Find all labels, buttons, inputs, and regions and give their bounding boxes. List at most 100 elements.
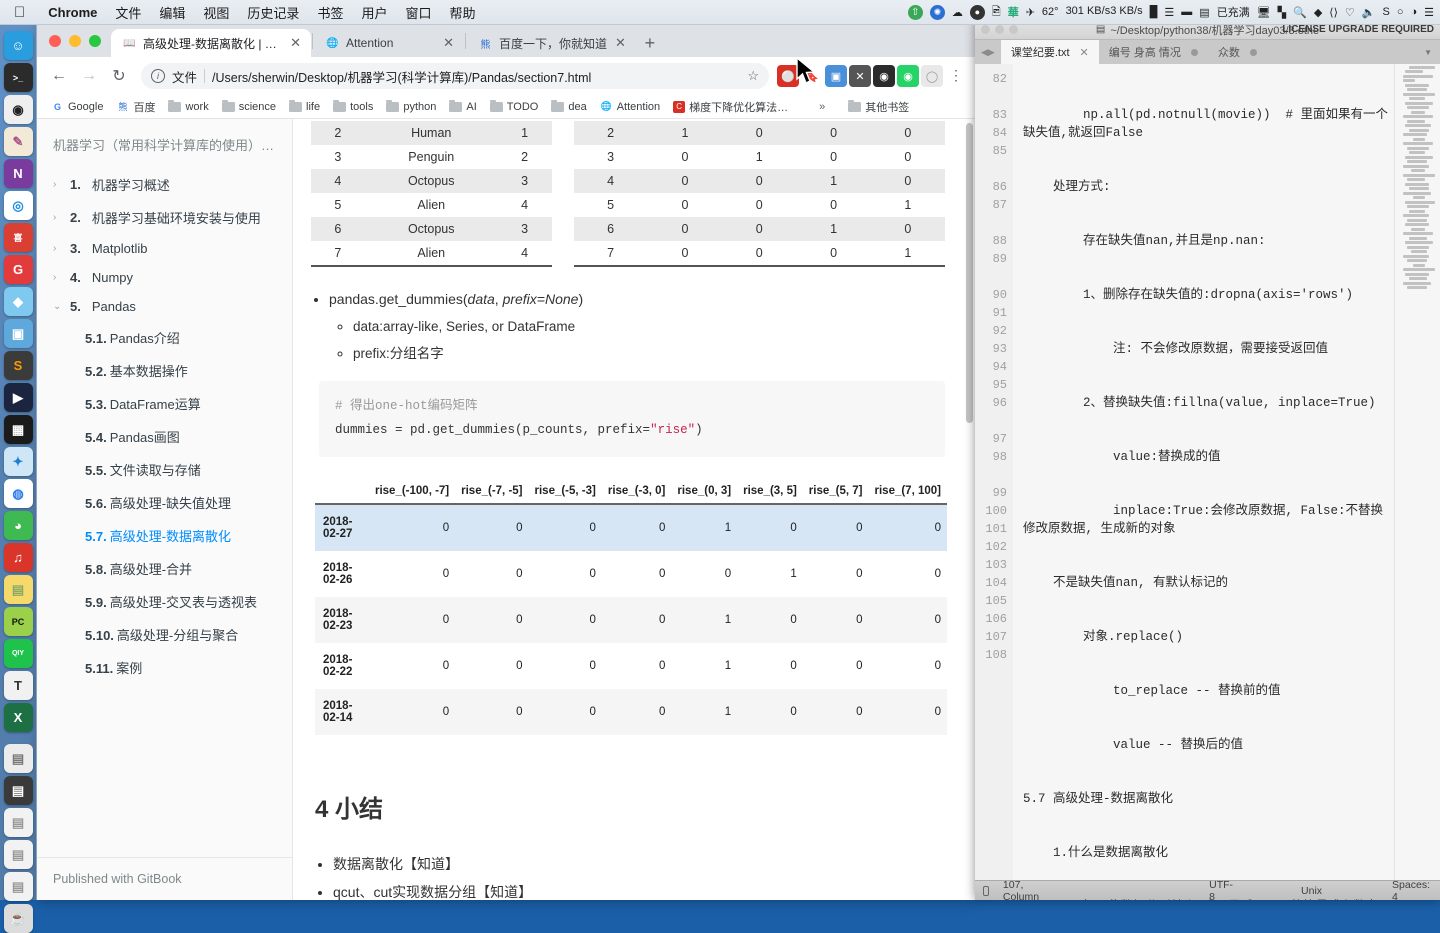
bluetooth-icon[interactable]: ☰ [1164,6,1174,19]
dropbox-icon[interactable]: ◆ [1314,6,1322,19]
dock-item-iqiyi[interactable]: QIY [4,639,33,668]
license-notice[interactable]: LICENSE UPGRADE REQUIRED [1282,24,1434,35]
dock-item-obs-studio[interactable]: ◉ [4,95,33,124]
menu-item-history[interactable]: 历史记录 [238,3,308,22]
equalizer-icon[interactable]: ▚ [1278,6,1286,19]
bookmark-other-folder[interactable]: 其他书签 [843,97,914,117]
sidebar-item-5-6[interactable]: 5.6.高级处理-缺失值处理 [37,486,292,519]
menu-item-view[interactable]: 视图 [194,3,238,22]
dock-item-netease-music[interactable]: ♫ [4,543,33,572]
forward-button[interactable]: → [75,62,103,90]
sidebar-item-5[interactable]: ⌄ 5. Pandas [37,292,292,321]
profile-avatar[interactable]: ◯ [921,65,943,87]
bookmark-folder-python[interactable]: python [381,99,441,115]
dock-item-screenshot-file[interactable]: ▤ [4,776,33,805]
bookmark-folder-tools[interactable]: tools [328,99,378,115]
siri-icon[interactable]: ◑ [1410,6,1417,18]
dock-item-document-2[interactable]: ▤ [4,840,33,869]
browser-tab-1-close-icon[interactable]: ✕ [288,35,303,51]
dock-item-cleaner[interactable]: ◆ [4,287,33,316]
menu-item-file[interactable]: 文件 [106,3,150,22]
dock-item-media-player[interactable]: ▶ [4,383,33,412]
browser-tab-3-close-icon[interactable]: ✕ [613,35,628,51]
snipaste-icon[interactable]: S [1382,6,1389,18]
bookmark-baidu[interactable]: 熊百度 [111,97,160,117]
dock-item-terminal[interactable]: >_ [4,63,33,92]
content-scrollbar[interactable] [966,123,973,423]
minimize-window-button[interactable] [69,35,81,47]
dock-item-activity-monitor[interactable]: ▦ [4,415,33,444]
sidebar-item-5-4[interactable]: 5.4.Pandas画图 [37,420,292,453]
sidebar-item-5-5[interactable]: 5.5.文件读取与存储 [37,453,292,486]
chrome-menu-icon[interactable]: ⋮ [945,70,967,81]
menu-item-bookmarks[interactable]: 书签 [308,3,352,22]
bookmark-folder-ai[interactable]: AI [444,99,481,115]
sidebar-item-5-10[interactable]: 5.10.高级处理-分组与聚合 [37,618,292,651]
sogou-input-icon[interactable]: 華 [1008,4,1019,20]
browser-tab-1[interactable]: 📖 高级处理-数据离散化 | 机器学… ✕ [111,29,311,57]
dock-item-excel[interactable]: X [4,703,33,732]
dock-item-onenote[interactable]: N [4,159,33,188]
menu-item-chrome[interactable]: Chrome [39,5,106,20]
dock-item-ximalaya[interactable]: 喜 [4,223,33,252]
apple-menu-icon[interactable]:  [0,5,39,20]
browser-tab-2-close-icon[interactable]: ✕ [441,35,456,51]
dock-item-texstudio[interactable]: T [4,671,33,700]
dock-item-trash[interactable]: ☕ [4,904,33,933]
battery-icon[interactable]: ▤ [1199,6,1209,19]
sublime-tab-3[interactable]: 众数 [1208,40,1267,64]
close-window-button[interactable] [49,35,61,47]
bookmark-star-icon[interactable]: ☆ [747,68,759,84]
sublime-tab-3-dirty-dot[interactable] [1250,49,1257,56]
bookmark-google[interactable]: GGoogle [46,99,108,115]
site-info-icon[interactable]: i [151,69,165,83]
cpu-graph-icon[interactable]: ▬ [1181,6,1192,18]
adblock-extension-icon[interactable]: ⚪ [777,65,799,87]
bookmark-folder-dea[interactable]: dea [546,99,591,115]
address-bar[interactable]: i 文件 /Users/sherwin/Desktop/机器学习(科学计算库)/… [141,63,769,89]
reload-button[interactable]: ↻ [105,62,133,90]
sidebar-item-1[interactable]: › 1. 机器学习概述 [37,168,292,201]
cloud-icon[interactable]: ☁ [952,6,963,19]
sidebar-item-5-11[interactable]: 5.11.案例 [37,651,292,684]
sublime-tab-1[interactable]: 课堂纪要.txt ✕ [1001,40,1099,64]
network-speed-indicator[interactable]: 301 KB/s 3 KB/s [1066,6,1143,18]
search-icon[interactable]: 🔍 [1293,6,1307,19]
sublime-tab-2-dirty-dot[interactable] [1191,49,1198,56]
dock-item-locator[interactable]: ◎ [4,191,33,220]
bookmark-folder-life[interactable]: life [284,99,325,115]
bookmark-folder-science[interactable]: science [217,99,281,115]
dock-item-document-3[interactable]: ▤ [4,872,33,901]
shadowsocks-icon[interactable]: ✺ [930,5,945,20]
dock-item-360-browser[interactable]: G [4,255,33,284]
bookmark-folder-work[interactable]: work [163,99,213,115]
sidebar-item-5-3[interactable]: 5.3.DataFrame运算 [37,387,292,420]
bookmark-folder-todo[interactable]: TODO [485,99,544,115]
dock-item-sublime-text[interactable]: S [4,351,33,380]
sidebar-item-4[interactable]: › 4. Numpy [37,263,292,292]
dock-item-safari[interactable]: ✦ [4,447,33,476]
dock-item-remote-desktop[interactable]: ▣ [4,319,33,348]
sidebar-item-5-2[interactable]: 5.2.基本数据操作 [37,354,292,387]
browser-tab-2[interactable]: 🌐 Attention ✕ [314,29,464,57]
sublime-traffic-lights[interactable] [981,25,1018,34]
indent-label[interactable]: Spaces: 4 [1382,879,1440,901]
dock-item-google-chrome[interactable]: ◍ [4,479,33,508]
airplay-icon[interactable]: 🖥 [1257,6,1271,19]
dock-item-finder[interactable]: ☺ [4,31,33,60]
menu-item-edit[interactable]: 编辑 [150,3,194,22]
close-extension-icon[interactable]: ✕ [849,65,871,87]
back-button[interactable]: ← [45,62,73,90]
sidebar-item-3[interactable]: › 3. Matplotlib [37,234,292,263]
time-machine-icon[interactable]: ○ [1397,6,1404,18]
bookmark-csdn-article[interactable]: C梯度下降优化算法… [668,97,793,117]
menu-item-window[interactable]: 窗口 [396,3,440,22]
dock-item-downloads-stack[interactable]: ▤ [4,744,33,773]
sublime-minimap[interactable] [1394,64,1440,880]
browser-tab-3[interactable]: 熊 百度一下，你就知道 ✕ [467,29,636,57]
tab-scroll-arrows[interactable]: ◀▶ [975,40,1001,64]
dock-item-document-1[interactable]: ▤ [4,808,33,837]
new-tab-button[interactable]: + [636,29,664,57]
bookmark-manager-icon[interactable]: 🔖 [801,65,823,87]
tab-overflow-caret-icon[interactable]: ▼ [1416,40,1440,64]
